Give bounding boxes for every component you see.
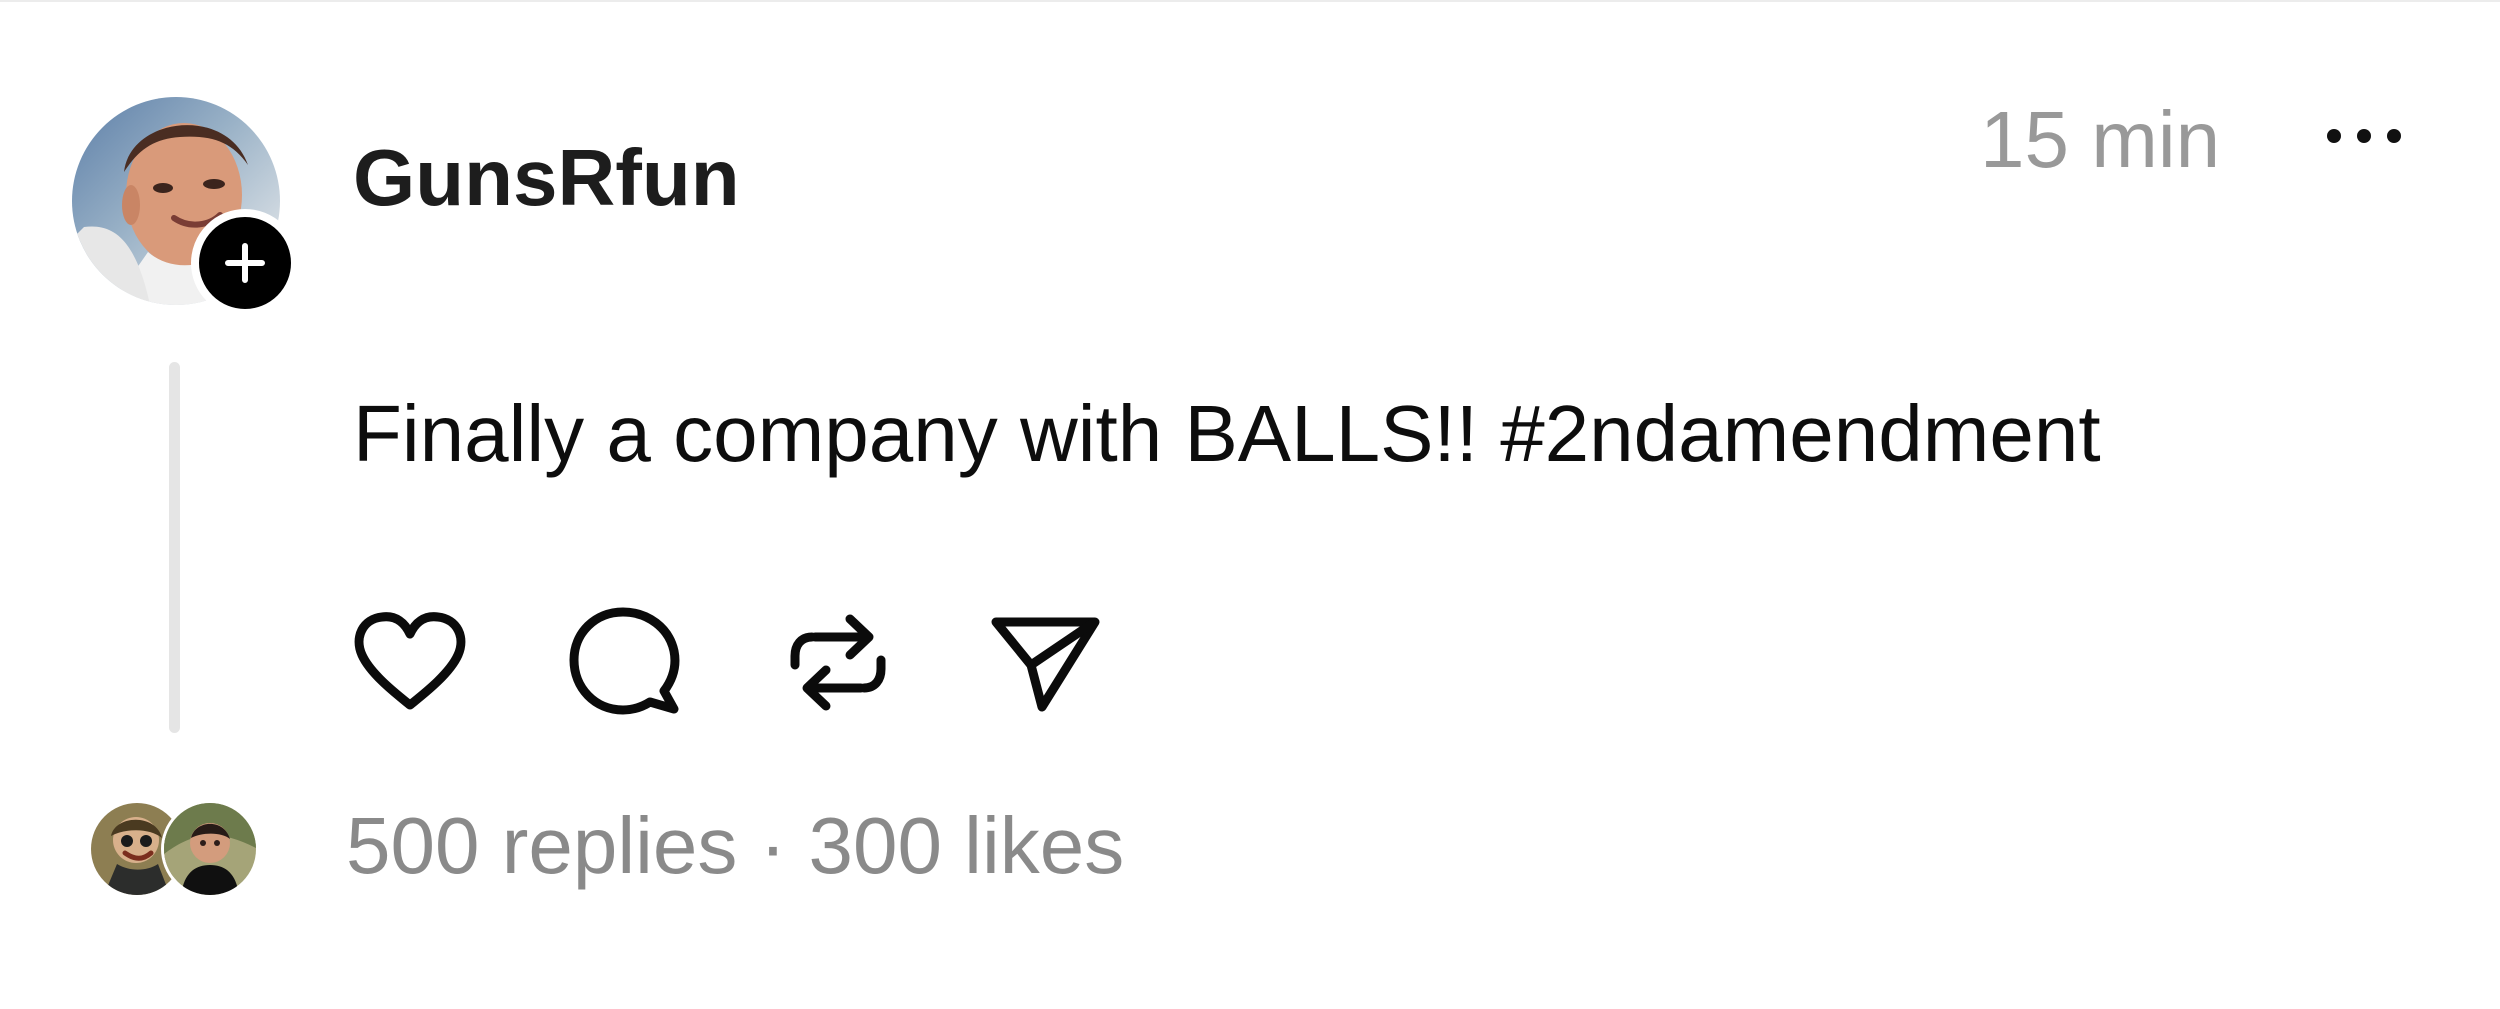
thread-post-view: GunsRfun 15 min Finally a company with B… bbox=[0, 0, 2500, 1009]
comment-bubble-icon bbox=[569, 607, 680, 715]
post-actions bbox=[350, 602, 1100, 722]
like-button[interactable] bbox=[350, 602, 470, 722]
author-avatar-container[interactable] bbox=[72, 97, 302, 327]
reply-button[interactable] bbox=[566, 602, 686, 722]
share-button[interactable] bbox=[986, 602, 1106, 722]
post-timestamp: 15 min bbox=[1980, 95, 2221, 184]
top-divider bbox=[0, 0, 2500, 2]
repost-button[interactable] bbox=[778, 602, 898, 722]
more-options-button[interactable] bbox=[2316, 112, 2412, 160]
heart-icon bbox=[354, 612, 466, 710]
repost-icon bbox=[790, 614, 886, 711]
follow-plus-button[interactable] bbox=[191, 209, 299, 317]
likes-count[interactable]: 300 likes bbox=[808, 801, 1124, 890]
send-icon bbox=[991, 617, 1100, 712]
more-horizontal-icon bbox=[2327, 129, 2401, 143]
post-text: Finally a company with BALLS!! #2ndamend… bbox=[353, 389, 2101, 478]
count-separator: · bbox=[737, 801, 809, 890]
reply-avatar-2[interactable] bbox=[161, 800, 259, 898]
author-username[interactable]: GunsRfun bbox=[353, 132, 740, 224]
replies-count[interactable]: 500 replies bbox=[346, 801, 737, 890]
reply-avatars[interactable] bbox=[88, 800, 264, 898]
plus-icon bbox=[225, 243, 265, 283]
engagement-counts[interactable]: 500 replies · 300 likes bbox=[346, 798, 1124, 894]
thread-line bbox=[169, 362, 180, 733]
